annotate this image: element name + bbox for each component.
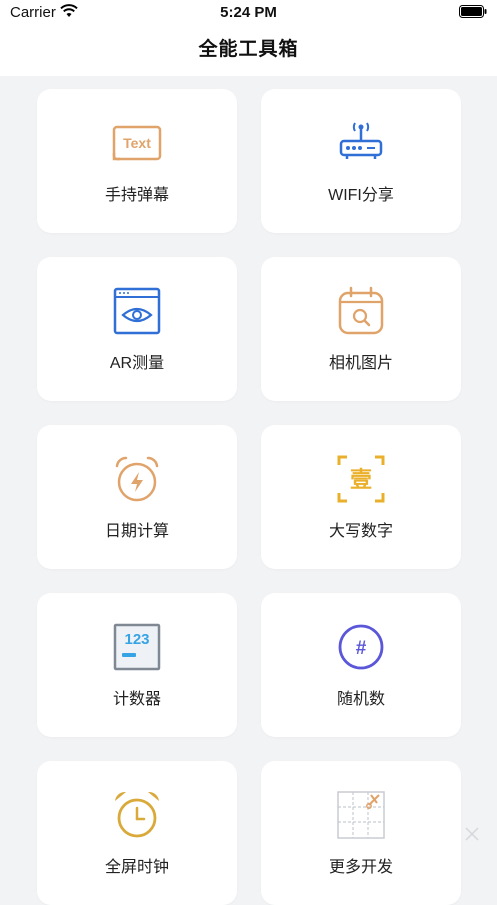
tool-label: 手持弹幕 [104, 187, 169, 204]
alarm-clock-bolt-icon [115, 456, 159, 502]
tool-label: 相机图片 [328, 355, 393, 372]
counter-icon: 123 [113, 623, 161, 671]
tool-card-uppercase-number[interactable]: 壹 大写数字 [261, 425, 461, 569]
tool-card-random-number[interactable]: # 随机数 [261, 593, 461, 737]
tool-label: 大写数字 [328, 523, 393, 540]
tool-label: 随机数 [336, 691, 385, 708]
tool-card-date-calc[interactable]: 日期计算 [37, 425, 237, 569]
alarm-clock-icon [115, 791, 159, 838]
hash-icon: # [338, 624, 384, 670]
tool-label: AR测量 [109, 355, 165, 372]
numeral-glyph: 壹 [350, 468, 372, 493]
tool-label: 计数器 [112, 691, 161, 708]
tool-card-ar-measure[interactable]: AR测量 [37, 257, 237, 401]
tool-card-more-dev[interactable]: 更多开发 [261, 761, 461, 905]
counter-digits: 123 [124, 631, 149, 648]
tool-card-barrage[interactable]: Text 手持弹幕 [37, 89, 237, 233]
text-icon-label: Text [123, 135, 151, 151]
tool-grid: Text 手持弹幕 WIFI分享 AR测量 相机图片 日期计算 壹 大写数字 1… [0, 0, 497, 905]
tool-card-fullscreen-clock[interactable]: 全屏时钟 [37, 761, 237, 905]
tool-card-counter[interactable]: 123 计数器 [37, 593, 237, 737]
calendar-search-icon [338, 286, 384, 335]
tool-card-camera-image[interactable]: 相机图片 [261, 257, 461, 401]
eye-window-icon [113, 287, 161, 335]
tool-card-wifi-share[interactable]: WIFI分享 [261, 89, 461, 233]
chinese-numeral-icon: 壹 [337, 455, 385, 503]
tool-label: 更多开发 [328, 859, 393, 876]
tool-label: WIFI分享 [328, 187, 394, 204]
close-icon[interactable] [462, 824, 482, 844]
router-icon [339, 122, 383, 159]
hash-glyph: # [356, 638, 367, 659]
tool-label: 全屏时钟 [104, 859, 169, 876]
tool-label: 日期计算 [104, 523, 169, 540]
grid-scissors-icon [337, 791, 385, 839]
text-icon: Text [112, 125, 162, 161]
